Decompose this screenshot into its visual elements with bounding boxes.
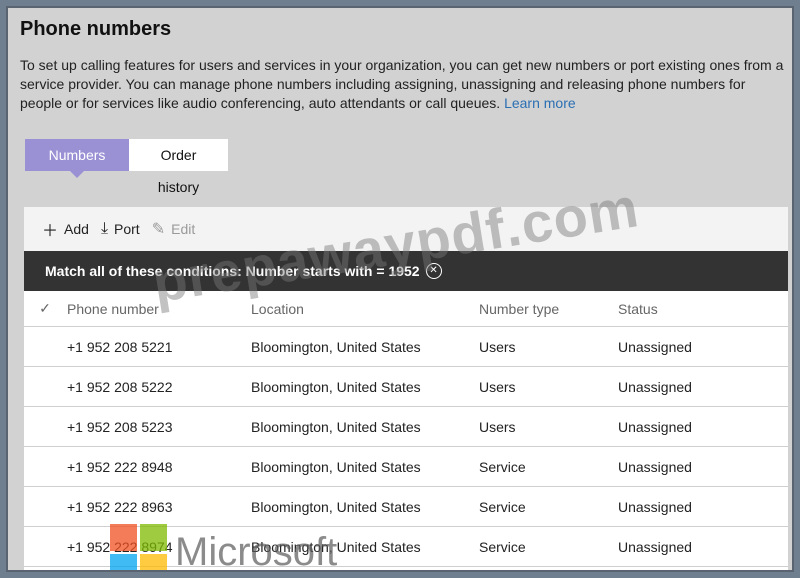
phone-numbers-table: ✓ Phone number Location Number type Stat… xyxy=(24,291,788,567)
row-select[interactable] xyxy=(24,446,66,487)
cell-location: Bloomington, United States xyxy=(250,526,478,567)
table-row[interactable]: +1 952 222 8948 Bloomington, United Stat… xyxy=(24,446,788,487)
port-label: Port xyxy=(114,221,140,237)
cell-location: Bloomington, United States xyxy=(250,486,478,527)
add-button[interactable]: ＋ Add xyxy=(42,217,89,241)
cell-number-type: Service xyxy=(478,446,617,487)
row-select[interactable] xyxy=(24,326,66,367)
tab-order-history[interactable]: Order history xyxy=(129,139,228,195)
clear-filter-icon[interactable]: ✕ xyxy=(425,263,442,279)
cell-phone-number: +1 952 208 5221 xyxy=(66,326,250,367)
cell-number-type: Users xyxy=(478,366,617,407)
cell-number-type: Service xyxy=(478,486,617,527)
column-header-phone-number[interactable]: Phone number xyxy=(66,291,250,327)
table-row[interactable]: +1 952 208 5223 Bloomington, United Stat… xyxy=(24,406,788,447)
edit-button[interactable]: ✎ Edit xyxy=(152,219,196,239)
cell-number-type: Users xyxy=(478,326,617,367)
plus-icon: ＋ xyxy=(42,223,59,240)
table-row[interactable]: +1 952 208 5221 Bloomington, United Stat… xyxy=(24,326,788,367)
select-all-checkmark-icon[interactable]: ✓ xyxy=(24,291,66,327)
add-label: Add xyxy=(64,221,89,237)
column-header-number-type[interactable]: Number type xyxy=(478,291,617,327)
cell-status: Unassigned xyxy=(617,406,788,447)
cell-phone-number: +1 952 222 8963 xyxy=(66,486,250,527)
tab-numbers[interactable]: Numbers xyxy=(25,139,129,178)
cell-status: Unassigned xyxy=(617,526,788,567)
toolbar: ＋ Add ⤓ Port ✎ Edit xyxy=(24,207,788,251)
description-text: To set up calling features for users and… xyxy=(20,57,784,111)
cell-phone-number: +1 952 222 8974 xyxy=(66,526,250,567)
phone-numbers-page: Phone numbers To set up calling features… xyxy=(6,6,794,572)
numbers-panel: ＋ Add ⤓ Port ✎ Edit Match all of these c… xyxy=(24,207,788,570)
filter-text: Match all of these conditions: Number st… xyxy=(45,263,420,279)
cell-phone-number: +1 952 208 5223 xyxy=(66,406,250,447)
cell-phone-number: +1 952 222 8948 xyxy=(66,446,250,487)
cell-location: Bloomington, United States xyxy=(250,366,478,407)
row-select[interactable] xyxy=(24,366,66,407)
column-header-status[interactable]: Status xyxy=(617,291,788,327)
page-description: To set up calling features for users and… xyxy=(20,56,786,113)
row-select[interactable] xyxy=(24,486,66,527)
tab-bar: Numbers Order history xyxy=(25,139,228,195)
cell-status: Unassigned xyxy=(617,486,788,527)
cell-status: Unassigned xyxy=(617,366,788,407)
edit-label: Edit xyxy=(171,221,196,237)
cell-status: Unassigned xyxy=(617,326,788,367)
row-select[interactable] xyxy=(24,406,66,447)
row-select[interactable] xyxy=(24,526,66,567)
table-row[interactable]: +1 952 222 8963 Bloomington, United Stat… xyxy=(24,486,788,527)
page-title: Phone numbers xyxy=(20,18,172,40)
pencil-icon: ✎ xyxy=(151,221,166,238)
column-header-location[interactable]: Location xyxy=(250,291,478,327)
cell-location: Bloomington, United States xyxy=(250,446,478,487)
table-header-row: ✓ Phone number Location Number type Stat… xyxy=(24,291,788,327)
cell-location: Bloomington, United States xyxy=(250,326,478,367)
cell-number-type: Service xyxy=(478,526,617,567)
cell-location: Bloomington, United States xyxy=(250,406,478,447)
cell-number-type: Users xyxy=(478,406,617,447)
learn-more-link[interactable]: Learn more xyxy=(504,95,576,111)
cell-status: Unassigned xyxy=(617,446,788,487)
table-row[interactable]: +1 952 208 5222 Bloomington, United Stat… xyxy=(24,366,788,407)
cell-phone-number: +1 952 208 5222 xyxy=(66,366,250,407)
port-button[interactable]: ⤓ Port xyxy=(101,220,140,238)
table-row[interactable]: +1 952 222 8974 Bloomington, United Stat… xyxy=(24,526,788,567)
filter-bar: Match all of these conditions: Number st… xyxy=(24,251,788,291)
download-arrow-icon: ⤓ xyxy=(100,220,109,237)
